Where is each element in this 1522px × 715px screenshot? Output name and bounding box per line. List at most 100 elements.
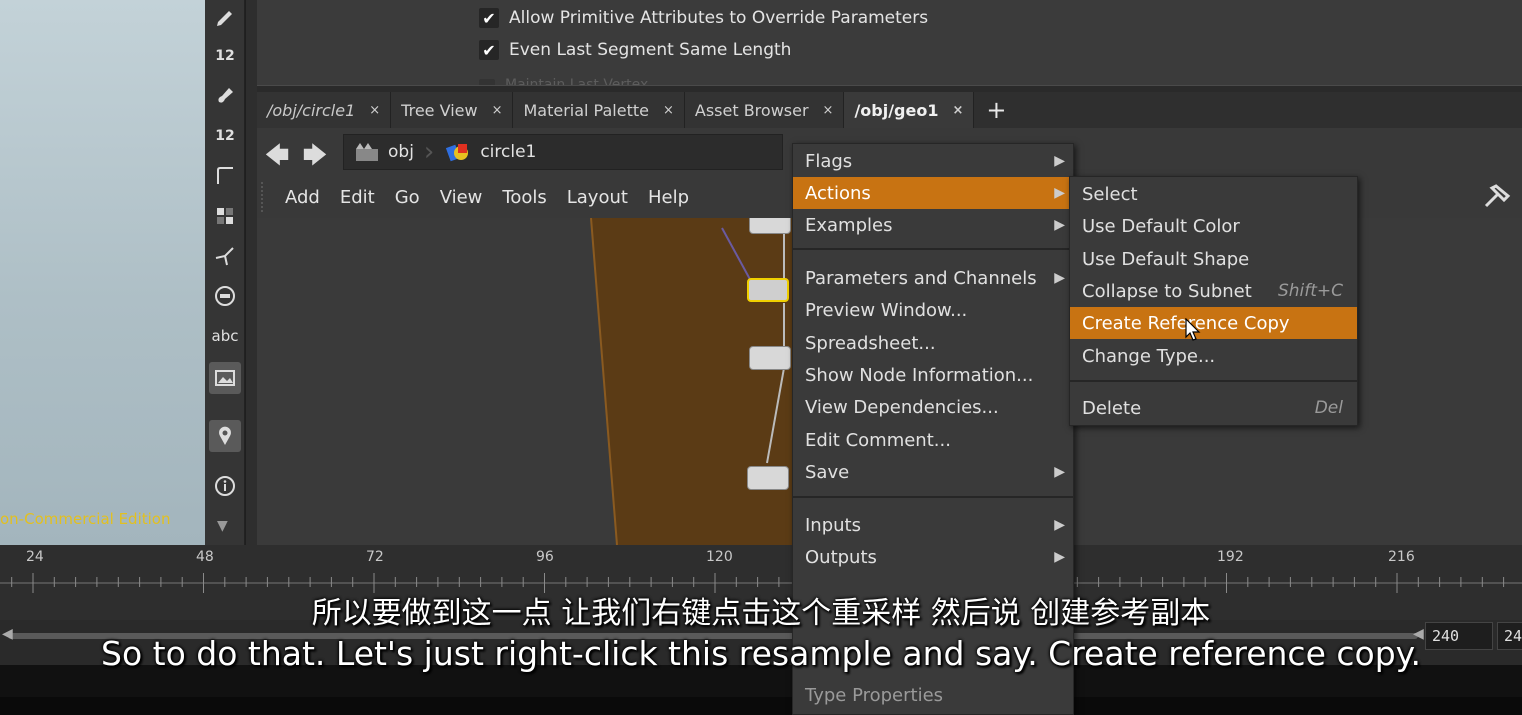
stop-icon[interactable] xyxy=(209,280,241,312)
menu-go[interactable]: Go xyxy=(385,187,430,208)
menu-item-delete[interactable]: Delete Del xyxy=(1070,392,1357,424)
info-icon[interactable] xyxy=(209,470,241,502)
menu-view[interactable]: View xyxy=(430,187,493,208)
submenu-arrow-icon: ▶ xyxy=(1054,153,1065,169)
subtitle-english: So to do that. Let's just right-click th… xyxy=(101,634,1421,673)
close-icon[interactable]: × xyxy=(369,103,380,118)
menu-item-view-dependencies[interactable]: View Dependencies... xyxy=(793,391,1073,423)
checkbox-checked-icon[interactable]: ✔ xyxy=(479,40,499,60)
parameter-pane: ✔ Allow Primitive Attributes to Override… xyxy=(257,0,1522,93)
menu-item-select[interactable]: Select xyxy=(1070,178,1357,210)
close-icon[interactable]: × xyxy=(663,103,674,118)
menu-item-label: Examples xyxy=(805,214,893,236)
menu-item-type-properties[interactable]: Type Properties xyxy=(793,679,1073,711)
network-node[interactable] xyxy=(749,346,791,370)
menu-item-use-default-shape[interactable]: Use Default Shape xyxy=(1070,243,1357,275)
menu-item-outputs[interactable]: Outputs ▶ xyxy=(793,541,1073,573)
brush-icon[interactable] xyxy=(209,80,241,112)
close-icon[interactable]: × xyxy=(492,103,503,118)
network-node[interactable] xyxy=(747,466,789,490)
menu-item-parameters-and-channels[interactable]: Parameters and Channels ▶ xyxy=(793,262,1073,294)
menu-add[interactable]: Add xyxy=(275,187,330,208)
param-label: Even Last Segment Same Length xyxy=(509,40,792,60)
pin-icon[interactable] xyxy=(209,420,241,452)
pane-splitter[interactable] xyxy=(245,0,257,545)
shelf-scroll-down-icon[interactable]: ▼ xyxy=(217,518,228,534)
geo-node-icon xyxy=(446,144,469,162)
menu-edit[interactable]: Edit xyxy=(330,187,385,208)
tab-tree-view[interactable]: Tree View × xyxy=(391,92,514,128)
tab-obj-circle1[interactable]: /obj/circle1 × xyxy=(257,92,392,128)
crumb-label: obj xyxy=(388,142,414,162)
frame-label: 24 xyxy=(26,549,44,565)
close-icon[interactable]: × xyxy=(952,103,963,118)
menu-item-label: Inputs xyxy=(805,514,861,536)
frame-label: 216 xyxy=(1388,549,1415,565)
menu-item-label: Save xyxy=(805,461,850,483)
breadcrumb: obj › circle1 xyxy=(343,134,783,170)
checkbox-checked-icon[interactable]: ✔ xyxy=(479,8,499,28)
subtitles: 所以要做到这一点 让我们右键点击这个重采样 然后说 创建参考副本 So to d… xyxy=(0,588,1522,673)
menu-separator xyxy=(793,496,1073,498)
crumb-obj[interactable]: obj xyxy=(344,141,424,163)
image-icon[interactable] xyxy=(209,362,241,394)
subtitle-chinese: 所以要做到这一点 让我们右键点击这个重采样 然后说 创建参考副本 xyxy=(311,596,1211,631)
menu-item-flags[interactable]: Flags ▶ xyxy=(793,145,1073,177)
tab-material-palette[interactable]: Material Palette × xyxy=(513,92,685,128)
crumb-circle1[interactable]: circle1 xyxy=(434,140,546,164)
tab-asset-browser[interactable]: Asset Browser × xyxy=(684,92,845,128)
param-even-last-segment[interactable]: ✔ Even Last Segment Same Length xyxy=(479,37,791,63)
param-label: Allow Primitive Attributes to Override P… xyxy=(509,8,929,28)
crumb-separator: › xyxy=(423,137,435,167)
menu-tools[interactable]: Tools xyxy=(492,187,556,208)
menu-item-edit-comment[interactable]: Edit Comment... xyxy=(793,424,1073,456)
crumb-label: circle1 xyxy=(480,142,537,162)
viewport[interactable]: on-Commercial Edition xyxy=(0,0,205,545)
network-node[interactable] xyxy=(749,218,791,234)
forward-arrow-icon[interactable]: 🡆 xyxy=(301,138,329,169)
resample-node[interactable] xyxy=(747,278,789,302)
grid-icon[interactable] xyxy=(209,200,241,232)
menu-item-show-node-information[interactable]: Show Node Information... xyxy=(793,359,1073,391)
frame-label: 120 xyxy=(706,549,733,565)
menu-item-use-default-color[interactable]: Use Default Color xyxy=(1070,210,1357,242)
menu-item-actions[interactable]: Actions ▶ xyxy=(793,177,1073,209)
wrench-icon[interactable] xyxy=(1482,184,1512,216)
pane-divider[interactable] xyxy=(257,85,1522,92)
close-icon[interactable]: × xyxy=(823,103,834,118)
menu-item-preview-window[interactable]: Preview Window... xyxy=(793,294,1073,326)
tab-label: /obj/geo1 xyxy=(854,100,939,120)
layer-count-icon[interactable]: 12 xyxy=(209,120,241,152)
menu-layout[interactable]: Layout xyxy=(557,187,638,208)
corner-icon[interactable] xyxy=(209,160,241,192)
menu-item-spreadsheet[interactable]: Spreadsheet... xyxy=(793,327,1073,359)
menu-item-label: Delete xyxy=(1082,397,1142,419)
menu-item-create-reference-copy[interactable]: Create Reference Copy xyxy=(1070,307,1357,339)
text-icon[interactable]: abc xyxy=(209,320,241,352)
add-tab-button[interactable]: + xyxy=(974,92,1018,128)
tool-badge: 12 xyxy=(215,48,235,64)
actions-submenu: Select Use Default Color Use Default Sha… xyxy=(1069,176,1358,426)
menu-item-examples[interactable]: Examples ▶ xyxy=(793,209,1073,241)
menu-item-change-type[interactable]: Change Type... xyxy=(1070,340,1357,372)
submenu-arrow-icon: ▶ xyxy=(1054,464,1065,480)
back-arrow-icon[interactable]: 🡄 xyxy=(263,138,291,169)
text-tool-label: abc xyxy=(211,327,239,345)
split-icon[interactable] xyxy=(209,240,241,272)
menu-item-label: Use Default Color xyxy=(1082,215,1240,237)
resample-count-icon[interactable]: 12 xyxy=(209,40,241,72)
grip-handle[interactable] xyxy=(261,182,269,212)
menu-item-save[interactable]: Save ▶ xyxy=(793,456,1073,488)
menu-item-inputs[interactable]: Inputs ▶ xyxy=(793,509,1073,541)
param-allow-primitive-attributes[interactable]: ✔ Allow Primitive Attributes to Override… xyxy=(479,5,928,31)
menu-item-collapse-to-subnet[interactable]: Collapse to Subnet Shift+C xyxy=(1070,275,1357,307)
menu-item-label: Edit Comment... xyxy=(805,429,951,451)
frame-label: 48 xyxy=(196,549,214,565)
tab-label: /obj/circle1 xyxy=(267,100,356,120)
mouse-cursor-icon xyxy=(1185,318,1201,341)
menu-item-label: Flags xyxy=(805,150,853,172)
menu-item-label: Select xyxy=(1082,183,1138,205)
menu-help[interactable]: Help xyxy=(638,187,699,208)
pen-icon[interactable] xyxy=(209,2,241,34)
tab-obj-geo1[interactable]: /obj/geo1 × xyxy=(844,92,975,128)
